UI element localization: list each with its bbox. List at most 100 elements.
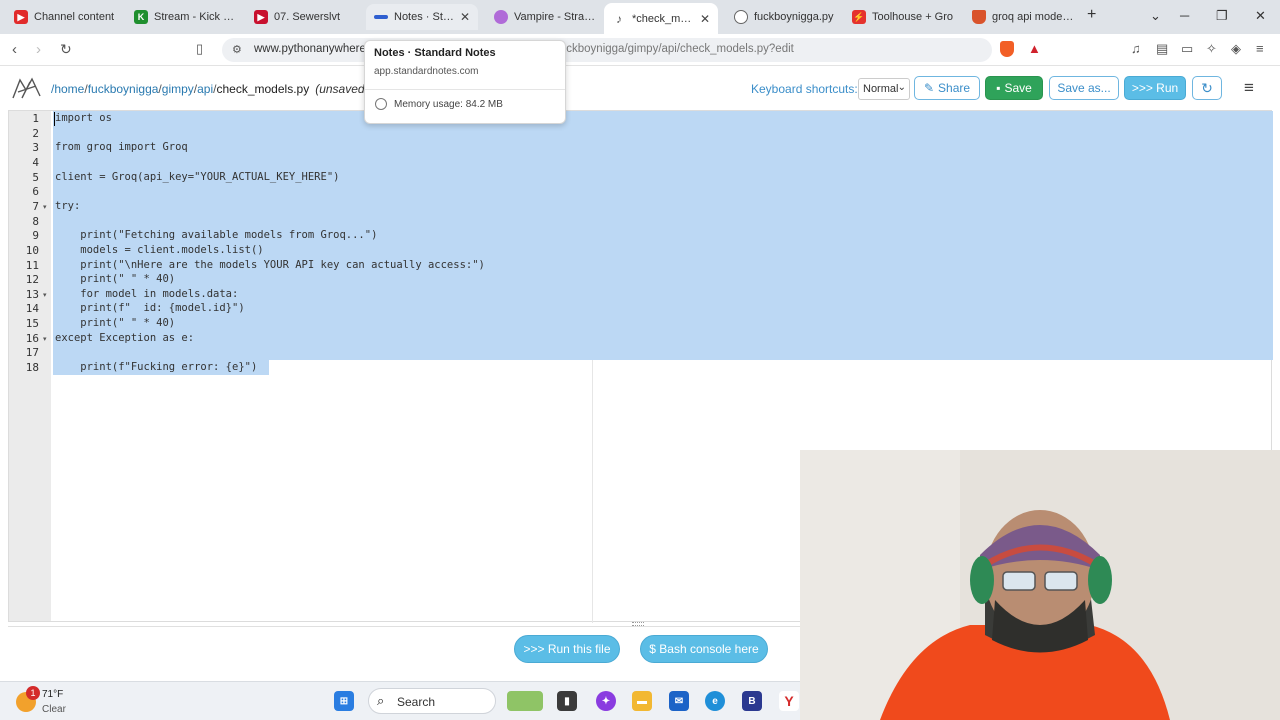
code-line[interactable]: print(f" id: {model.id}") — [55, 302, 244, 314]
copilot-icon[interactable]: ✦ — [596, 691, 616, 711]
brave-shield-icon[interactable] — [1000, 41, 1014, 57]
tab-label: Toolhouse + Gro — [872, 11, 954, 23]
tab-channel-content[interactable]: ▶ Channel content — [6, 4, 124, 30]
vpn-icon[interactable]: ◈ — [1231, 41, 1241, 57]
memory-icon — [375, 98, 387, 110]
line-number: 7 — [32, 199, 39, 213]
tab-standard-notes[interactable]: Notes · Stand ✕ — [366, 4, 478, 30]
maximize-icon[interactable]: ❐ — [1216, 8, 1228, 24]
close-tab-icon[interactable]: ✕ — [454, 10, 470, 24]
crumb-home[interactable]: /home — [51, 82, 84, 96]
editor-footer: >>> Run this file $ Bash console here — [8, 626, 800, 670]
search-placeholder: Search — [397, 695, 436, 709]
run-this-file-button[interactable]: >>> Run this file — [514, 635, 620, 663]
site-info-icon[interactable]: ⚙ — [232, 43, 242, 56]
save-button[interactable]: ▪ Save — [985, 76, 1043, 100]
brave-rewards-icon[interactable]: ▲ — [1028, 41, 1041, 56]
forward-icon[interactable]: › — [36, 41, 41, 58]
edge-icon[interactable]: e — [705, 691, 725, 711]
floppy-icon: ▪ — [996, 81, 1001, 95]
share-button[interactable]: ✎ Share — [914, 76, 980, 100]
sidebar-icon[interactable]: ▤ — [1156, 41, 1168, 57]
fold-arrow-icon[interactable]: ▾ — [43, 335, 47, 343]
media-icon[interactable]: ♫ — [1131, 41, 1141, 56]
tab-label: Channel content — [34, 11, 115, 23]
hovercard-title: Notes · Standard Notes — [374, 47, 496, 59]
reload-editor-icon[interactable]: ↻ — [1192, 76, 1222, 100]
fold-arrow-icon[interactable]: ▾ — [43, 291, 47, 299]
pythonanywhere-logo[interactable] — [10, 76, 44, 102]
windows-start-icon[interactable]: ⊞ — [334, 691, 354, 711]
close-window-icon[interactable]: ✕ — [1255, 8, 1266, 24]
run-button[interactable]: >>> Run — [1124, 76, 1186, 100]
streamer-webcam-image — [800, 450, 1280, 720]
tab-check-models[interactable]: ♪ *check_mode ✕ — [604, 3, 718, 34]
code-line[interactable]: import os — [55, 112, 112, 124]
terminal-icon[interactable]: ▮ — [557, 691, 577, 711]
code-line[interactable]: except Exception as e: — [55, 332, 194, 344]
tab-vampire[interactable]: Vampire - Strayye — [486, 4, 604, 30]
line-number: 17 — [25, 346, 39, 360]
bash-console-button[interactable]: $ Bash console here — [640, 635, 768, 663]
youtube-music-icon: ▶ — [254, 10, 268, 24]
tab-kick-stream[interactable]: K Stream - Kick Das — [126, 4, 244, 30]
code-line[interactable]: try: — [55, 200, 80, 212]
code-line[interactable]: print(" " * 40) — [55, 317, 175, 329]
chevron-down-icon: ⌄ — [897, 82, 906, 93]
file-explorer-icon[interactable]: ▬ — [632, 691, 652, 711]
tab-list-icon[interactable]: ⌄ — [1150, 8, 1161, 24]
code-line[interactable]: print(" " * 40) — [55, 273, 175, 285]
code-line[interactable]: from groq import Groq — [55, 141, 188, 153]
editor-header: /home/fuckboynigga/gimpy/api/check_model… — [0, 66, 1280, 110]
kick-icon: K — [134, 10, 148, 24]
line-number: 16 — [25, 331, 39, 345]
keyboard-mode-value: Normal — [863, 83, 899, 95]
bookmark-icon[interactable]: ▯ — [196, 41, 203, 57]
yandex-icon[interactable]: Y — [779, 691, 799, 711]
address-bar[interactable]: ⚙ www.pythonanywhere/files/home/fuckboyn… — [222, 38, 1041, 62]
minimize-icon[interactable]: ─ — [1180, 8, 1189, 23]
crumb-gimpy[interactable]: gimpy — [162, 82, 194, 96]
crumb-user[interactable]: fuckboynigga — [88, 82, 159, 96]
crumb-api[interactable]: api — [197, 82, 213, 96]
tab-hover-card: Notes · Standard Notes app.standardnotes… — [364, 40, 566, 124]
code-line[interactable]: print("\nHere are the models YOUR API ke… — [55, 259, 485, 271]
new-tab-button[interactable]: + — [1087, 6, 1096, 24]
fold-arrow-icon[interactable]: ▾ — [43, 203, 47, 211]
keyboard-mode-select[interactable]: Normal ⌄ — [858, 78, 910, 100]
code-line[interactable]: print("Fetching available models from Gr… — [55, 229, 377, 241]
outlook-icon[interactable]: ✉ — [669, 691, 689, 711]
url-host: www.pythonanywhere — [254, 43, 366, 55]
tab-label: 07. Sewerslvt — [274, 11, 341, 23]
line-number: 10 — [25, 243, 39, 257]
leo-ai-icon[interactable]: ✧ — [1206, 41, 1217, 57]
tab-sewerslvt[interactable]: ▶ 07. Sewerslvt — [246, 4, 364, 30]
tab-label: *check_mode — [632, 12, 694, 25]
back-icon[interactable]: ‹ — [12, 41, 17, 58]
music-icon — [494, 10, 508, 24]
taskbar-search[interactable]: ⌕ Search — [368, 688, 543, 714]
tab-fuckboynigga[interactable]: fuckboynigga.py — [726, 4, 844, 30]
tab-toolhouse[interactable]: ⚡ Toolhouse + Gro — [844, 4, 962, 30]
reload-icon[interactable]: ↻ — [60, 41, 72, 58]
code-line[interactable]: models = client.models.list() — [55, 244, 263, 256]
globe-icon — [734, 10, 748, 24]
youtube-icon: ▶ — [14, 10, 28, 24]
wallet-icon[interactable]: ▭ — [1181, 41, 1193, 57]
line-number: 14 — [25, 302, 39, 316]
save-as-button[interactable]: Save as... — [1049, 76, 1119, 100]
tab-label: Vampire - Strayye — [514, 11, 596, 23]
code-line[interactable]: print(f"Fucking error: {e}") — [55, 361, 257, 373]
tab-label: groq api model ic — [992, 11, 1074, 23]
hamburger-menu-icon[interactable]: ≡ — [1234, 76, 1264, 100]
line-number: 11 — [25, 258, 39, 272]
menu-icon[interactable]: ≡ — [1256, 41, 1264, 56]
code-line[interactable]: for model in models.data: — [55, 288, 238, 300]
code-line[interactable]: client = Groq(api_key="YOUR_ACTUAL_KEY_H… — [55, 171, 339, 183]
bing-b-icon[interactable]: B — [742, 691, 762, 711]
line-number: 6 — [32, 185, 39, 199]
close-tab-icon[interactable]: ✕ — [694, 12, 710, 26]
toolhouse-icon: ⚡ — [852, 10, 866, 24]
windows-taskbar: 1 71°F Clear ⊞ ⌕ Search ▮ ✦ ▬ ✉ e B Y — [0, 681, 800, 720]
tab-groq-search[interactable]: groq api model ic — [964, 4, 1082, 30]
